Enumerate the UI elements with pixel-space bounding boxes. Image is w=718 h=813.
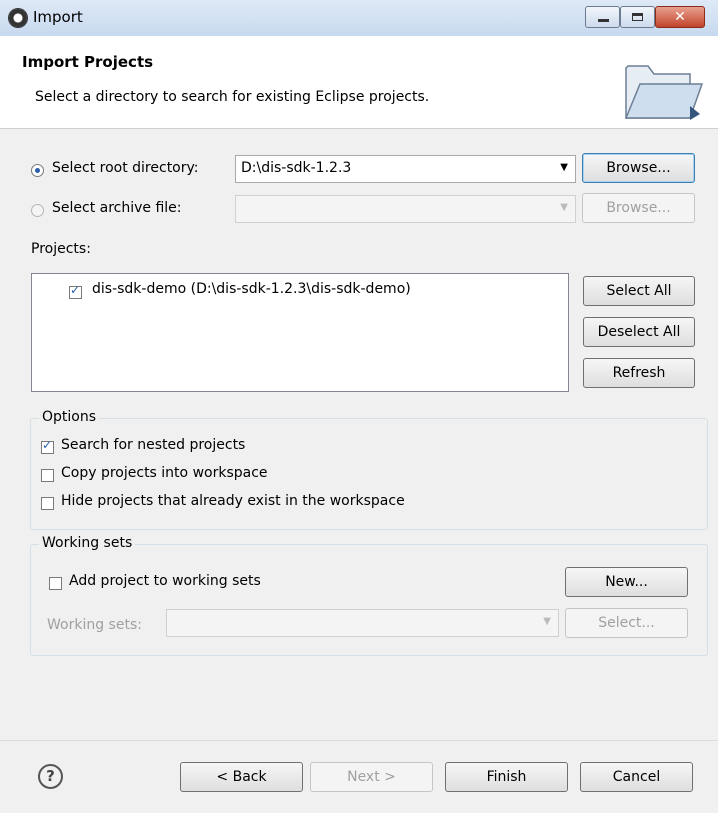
- import-dialog: Import ✕ Import Projects Select a direct…: [0, 0, 718, 813]
- hide-existing-label: Hide projects that already exist in the …: [61, 493, 405, 509]
- browse-directory-button[interactable]: Browse...: [582, 153, 695, 183]
- question-icon[interactable]: ?: [38, 764, 63, 789]
- archive-file-radio[interactable]: [31, 204, 44, 217]
- title-bar[interactable]: Import ✕: [0, 0, 718, 37]
- window-title: Import: [33, 8, 83, 26]
- chevron-down-icon[interactable]: ▼: [560, 162, 568, 173]
- working-sets-title: Working sets: [39, 535, 136, 551]
- working-sets-combo[interactable]: ▼: [166, 609, 559, 637]
- project-checkbox[interactable]: [69, 283, 82, 299]
- deselect-all-button[interactable]: Deselect All: [583, 317, 695, 347]
- wizard-footer: ? < Back Next > Finish Cancel: [0, 740, 718, 813]
- working-sets-group: [30, 544, 708, 656]
- browse-archive-button[interactable]: Browse...: [582, 193, 695, 223]
- minimize-icon: [598, 19, 609, 22]
- maximize-button[interactable]: [620, 6, 655, 28]
- nested-projects-label: Search for nested projects: [61, 437, 246, 453]
- eclipse-icon: [9, 9, 27, 27]
- select-all-button[interactable]: Select All: [583, 276, 695, 306]
- hide-existing-checkbox[interactable]: [41, 497, 54, 510]
- cancel-button[interactable]: Cancel: [580, 762, 693, 792]
- add-working-sets-label: Add project to working sets: [69, 573, 261, 589]
- select-working-set-button[interactable]: Select...: [565, 608, 688, 638]
- copy-projects-checkbox[interactable]: [41, 469, 54, 482]
- close-button[interactable]: ✕: [655, 6, 705, 28]
- options-title: Options: [39, 409, 100, 425]
- chevron-down-icon[interactable]: ▼: [560, 202, 568, 213]
- archive-file-combo[interactable]: ▼: [235, 195, 576, 223]
- archive-file-label: Select archive file:: [52, 200, 182, 216]
- finish-button[interactable]: Finish: [445, 762, 568, 792]
- add-working-sets-checkbox[interactable]: [49, 577, 62, 590]
- root-directory-combo[interactable]: D:\dis-sdk-1.2.3 ▼: [235, 155, 576, 183]
- minimize-button[interactable]: [585, 6, 620, 28]
- root-directory-value: D:\dis-sdk-1.2.3: [241, 160, 352, 176]
- maximize-icon: [632, 13, 643, 21]
- wizard-content: Select root directory: D:\dis-sdk-1.2.3 …: [0, 128, 718, 740]
- project-item-label: dis-sdk-demo (D:\dis-sdk-1.2.3\dis-sdk-d…: [92, 281, 411, 297]
- chevron-down-icon[interactable]: ▼: [543, 616, 551, 627]
- nested-projects-checkbox[interactable]: [41, 438, 54, 454]
- working-sets-label: Working sets:: [47, 617, 142, 633]
- projects-label: Projects:: [31, 241, 91, 257]
- copy-projects-label: Copy projects into workspace: [61, 465, 268, 481]
- refresh-button[interactable]: Refresh: [583, 358, 695, 388]
- root-directory-label: Select root directory:: [52, 160, 199, 176]
- new-working-set-button[interactable]: New...: [565, 567, 688, 597]
- wizard-header: Import Projects Select a directory to se…: [0, 36, 718, 129]
- back-button[interactable]: < Back: [180, 762, 303, 792]
- page-description: Select a directory to search for existin…: [35, 89, 430, 105]
- folder-icon: [624, 65, 704, 120]
- next-button[interactable]: Next >: [310, 762, 433, 792]
- close-icon: ✕: [674, 9, 686, 25]
- root-directory-radio[interactable]: [31, 164, 44, 177]
- projects-list[interactable]: dis-sdk-demo (D:\dis-sdk-1.2.3\dis-sdk-d…: [31, 273, 569, 392]
- page-title: Import Projects: [22, 53, 154, 71]
